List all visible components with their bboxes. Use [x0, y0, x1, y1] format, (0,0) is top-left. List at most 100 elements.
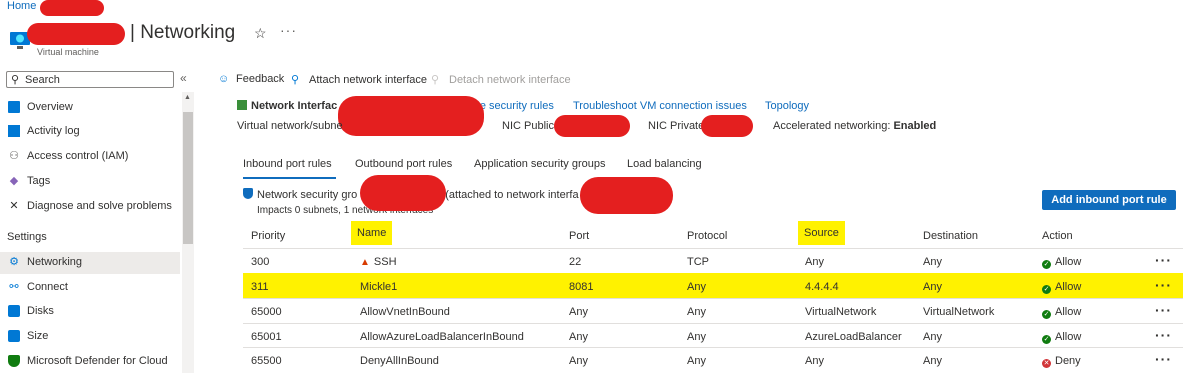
sidebar-item-overview[interactable]: Overview [0, 97, 180, 119]
sidebar-item-activity-log[interactable]: Activity log [0, 121, 180, 143]
sidebar-item-label: Connect [27, 281, 68, 293]
cell-port: Any [569, 306, 588, 318]
sidebar-item-label: Size [27, 330, 49, 342]
feedback-button[interactable]: ☺ Feedback [218, 73, 284, 85]
detach-network-interface-button[interactable]: ⚲ Detach network interface [431, 73, 571, 86]
cell-destination: Any [923, 281, 942, 293]
sidebar-item-access-control[interactable]: ⚇ Access control (IAM) [0, 146, 180, 168]
tab-inbound-port-rules[interactable]: Inbound port rules [243, 158, 332, 170]
sidebar-item-diagnose[interactable]: ✕ Diagnose and solve problems [0, 196, 180, 218]
sidebar-search-input[interactable]: ⚲ Search [6, 71, 174, 88]
feedback-icon: ☺ [218, 73, 230, 85]
row-more-icon[interactable]: ··· [1155, 252, 1172, 268]
accelerated-networking: Accelerated networking: Enabled [773, 120, 936, 132]
overview-icon [8, 101, 20, 113]
breadcrumb-home[interactable]: Home [7, 0, 36, 12]
sidebar-item-label: Microsoft Defender for Cloud [27, 355, 168, 367]
attach-icon: ⚲ [291, 74, 300, 86]
cell-source: VirtualNetwork [805, 306, 877, 318]
column-header-destination[interactable]: Destination [923, 230, 978, 242]
cell-port: 22 [569, 256, 582, 268]
add-inbound-port-rule-button[interactable]: Add inbound port rule [1042, 190, 1176, 210]
defender-icon [8, 355, 20, 367]
vnet-label: Virtual network/subne [237, 120, 343, 132]
cell-priority: 311 [251, 281, 269, 293]
nic-public-label: NIC Public I [502, 120, 561, 132]
check-icon: ✓ [1042, 310, 1051, 319]
cell-action-text: Allow [1055, 256, 1082, 268]
collapse-sidebar-icon[interactable]: « [180, 71, 187, 85]
sidebar-item-label: Diagnose and solve problems [27, 200, 172, 212]
row-more-icon[interactable]: ··· [1155, 277, 1172, 293]
cell-destination: Any [923, 331, 942, 343]
cell-source: Any [805, 256, 824, 268]
scroll-up-arrow-icon[interactable]: ▲ [184, 94, 191, 101]
sidebar-item-size[interactable]: Size [0, 326, 180, 348]
table-row[interactable]: 300 ▲ SSH 22 TCP Any Any ✓ Allow ··· [243, 248, 1183, 273]
page-subtitle: Virtual machine [37, 47, 99, 57]
favorite-star-icon[interactable]: ☆ [254, 25, 267, 42]
tab-application-security-groups[interactable]: Application security groups [474, 158, 605, 170]
nsg-suffix: (attached to network interfa [445, 189, 579, 201]
activity-log-icon [8, 125, 20, 137]
cell-source: 4.4.4.4 [805, 281, 839, 293]
cell-action: ✓ Allow [1042, 281, 1081, 294]
column-header-name[interactable]: Name [351, 221, 393, 245]
column-header-priority[interactable]: Priority [251, 230, 285, 242]
cell-source: Any [805, 355, 824, 367]
column-header-protocol[interactable]: Protocol [687, 230, 727, 242]
cell-priority: 65001 [251, 331, 282, 343]
cell-protocol: Any [687, 306, 706, 318]
cell-priority: 65500 [251, 355, 282, 367]
topology-link[interactable]: Topology [765, 100, 809, 112]
table-row[interactable]: 65500 DenyAllInBound Any Any Any Any ✕ De… [243, 347, 1183, 372]
tab-load-balancing[interactable]: Load balancing [627, 158, 702, 170]
row-more-icon[interactable]: ··· [1155, 327, 1172, 343]
row-more-icon[interactable]: ··· [1155, 351, 1172, 367]
row-more-icon[interactable]: ··· [1155, 302, 1172, 318]
cell-action: ✓ Allow [1042, 306, 1081, 319]
cell-source: AzureLoadBalancer [805, 331, 902, 343]
troubleshoot-link[interactable]: Troubleshoot VM connection issues [573, 100, 747, 112]
size-icon [8, 330, 20, 342]
table-row[interactable]: 65000 AllowVnetInBound Any Any VirtualNe… [243, 298, 1183, 323]
tab-outbound-port-rules[interactable]: Outbound port rules [355, 158, 452, 170]
cell-priority: 300 [251, 256, 270, 268]
sidebar-item-disks[interactable]: Disks [0, 301, 180, 323]
detach-icon: ⚲ [431, 74, 440, 86]
sidebar-item-networking[interactable]: ⚙ Networking [0, 252, 180, 274]
table-row[interactable]: 65001 AllowAzureLoadBalancerInBound Any … [243, 323, 1183, 348]
wrench-icon: ✕ [9, 200, 19, 212]
nsg-prefix: Network security gro [257, 189, 358, 201]
cell-destination: VirtualNetwork [923, 306, 995, 318]
cell-port: Any [569, 355, 588, 367]
sidebar-item-tags[interactable]: ◆ Tags [0, 171, 180, 193]
sidebar-item-connect[interactable]: ⚯ Connect [0, 277, 180, 299]
column-header-action[interactable]: Action [1042, 230, 1073, 242]
search-icon: ⚲ [11, 74, 20, 86]
column-header-port[interactable]: Port [569, 230, 589, 242]
shield-icon [243, 188, 253, 199]
redaction-mark [580, 177, 673, 214]
sidebar-item-label: Access control (IAM) [27, 150, 129, 162]
sidebar-item-defender[interactable]: Microsoft Defender for Cloud [0, 351, 180, 373]
cell-action: ✓ Allow [1042, 256, 1081, 269]
table-row[interactable]: 311 Mickle1 8081 Any 4.4.4.4 Any ✓ Allow … [243, 273, 1183, 298]
cell-name: AllowAzureLoadBalancerInBound [360, 331, 524, 343]
redaction-mark [27, 23, 125, 45]
cell-action-text: Allow [1055, 281, 1082, 293]
attach-network-interface-button[interactable]: ⚲ Attach network interface [291, 73, 427, 86]
feedback-label: Feedback [236, 73, 285, 85]
cell-destination: Any [923, 256, 942, 268]
cell-action: ✓ Allow [1042, 331, 1081, 344]
connect-icon: ⚯ [9, 281, 19, 293]
cell-destination: Any [923, 355, 942, 367]
cell-priority: 65000 [251, 306, 282, 318]
search-placeholder: Search [25, 74, 60, 86]
cell-name: AllowVnetInBound [360, 306, 450, 318]
more-options-icon[interactable]: ··· [280, 22, 297, 38]
column-header-source[interactable]: Source [798, 221, 845, 245]
scrollbar-thumb[interactable] [183, 112, 193, 244]
cell-protocol: Any [687, 281, 706, 293]
sidebar-item-label: Networking [27, 256, 83, 268]
